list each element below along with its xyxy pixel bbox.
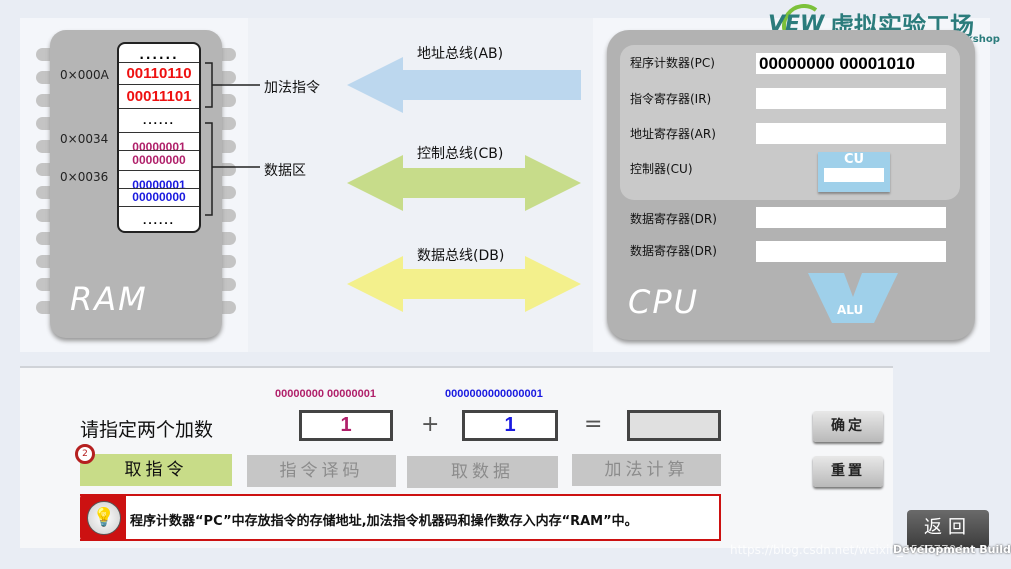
plus-sign: + (421, 412, 440, 437)
hint-text: 程序计数器“PC”中存放指令的存储地址,加法指令机器码和操作数存入内存“RAM”… (130, 514, 638, 529)
build-label: Development Build (893, 543, 1011, 556)
address-label: 0×000A (60, 68, 109, 82)
control-unit: CU (818, 152, 890, 192)
alu-label: ALU (837, 303, 864, 317)
ar-label: 地址寄存器(AR) (630, 127, 716, 141)
instruction-annotation: 加法指令 (264, 80, 320, 96)
ram-label: RAM (70, 280, 148, 318)
address-label: 0×0036 (60, 170, 109, 184)
prompt-label: 请指定两个加数 (80, 419, 214, 441)
address-label: 0×0034 (60, 132, 109, 146)
control-bus-arrow (347, 155, 581, 211)
memory-cell: 00000001 (119, 132, 199, 154)
alu-shape (808, 273, 898, 323)
cu-unit-label: CU (843, 152, 865, 167)
memory-cell: 00000000 (119, 188, 199, 206)
memory-cell: 00110110 (119, 62, 199, 84)
bracket-lines (205, 62, 260, 216)
memory-table: ...... 00110110 00011101 ...... 00000001… (117, 42, 201, 233)
step-fetch-instruction-button[interactable]: 取指令 (80, 454, 232, 486)
address-bus-arrow (347, 57, 581, 113)
data-bus-arrow (347, 256, 581, 312)
dr-register-2 (756, 241, 946, 262)
memory-cell: 00000001 (119, 170, 199, 192)
memory-ellipsis: ...... (142, 213, 175, 227)
pc-register: 00000000 00001010 (756, 53, 946, 74)
step-add-button[interactable]: 加法计算 (572, 454, 721, 486)
confirm-button[interactable]: 确定 (813, 411, 883, 442)
equals-sign: = (584, 412, 603, 437)
step-badge: 2 (75, 444, 95, 464)
lightbulb-icon: 💡 (87, 501, 121, 535)
memory-ellipsis: ...... (142, 113, 175, 127)
data-annotation: 数据区 (264, 163, 306, 179)
dr-label: 数据寄存器(DR) (630, 244, 717, 258)
ir-label: 指令寄存器(IR) (630, 92, 712, 106)
operand-b-input[interactable]: 1 (462, 410, 558, 441)
operand-a-input[interactable]: 1 (299, 410, 393, 441)
dr-register-1 (756, 207, 946, 228)
memory-cell: 00011101 (119, 84, 199, 108)
cu-label: 控制器(CU) (630, 162, 693, 176)
memory-ellipsis: ...... (139, 48, 179, 62)
dr-label: 数据寄存器(DR) (630, 212, 717, 226)
operand-a-binary: 00000000 00000001 (275, 388, 376, 400)
step-fetch-data-button[interactable]: 取数据 (407, 456, 558, 488)
ir-register (756, 88, 946, 109)
ar-register (756, 123, 946, 144)
hint-box: 💡 程序计数器“PC”中存放指令的存储地址,加法指令机器码和操作数存入内存“RA… (80, 494, 721, 541)
pc-label: 程序计数器(PC) (630, 56, 715, 70)
reset-button[interactable]: 重置 (813, 456, 883, 487)
step-decode-button[interactable]: 指令译码 (247, 455, 396, 487)
memory-cell: 00000000 (119, 150, 199, 170)
cpu-label: CPU (628, 283, 700, 321)
result-display (627, 410, 721, 441)
operand-b-binary: 0000000000000001 (445, 388, 543, 400)
